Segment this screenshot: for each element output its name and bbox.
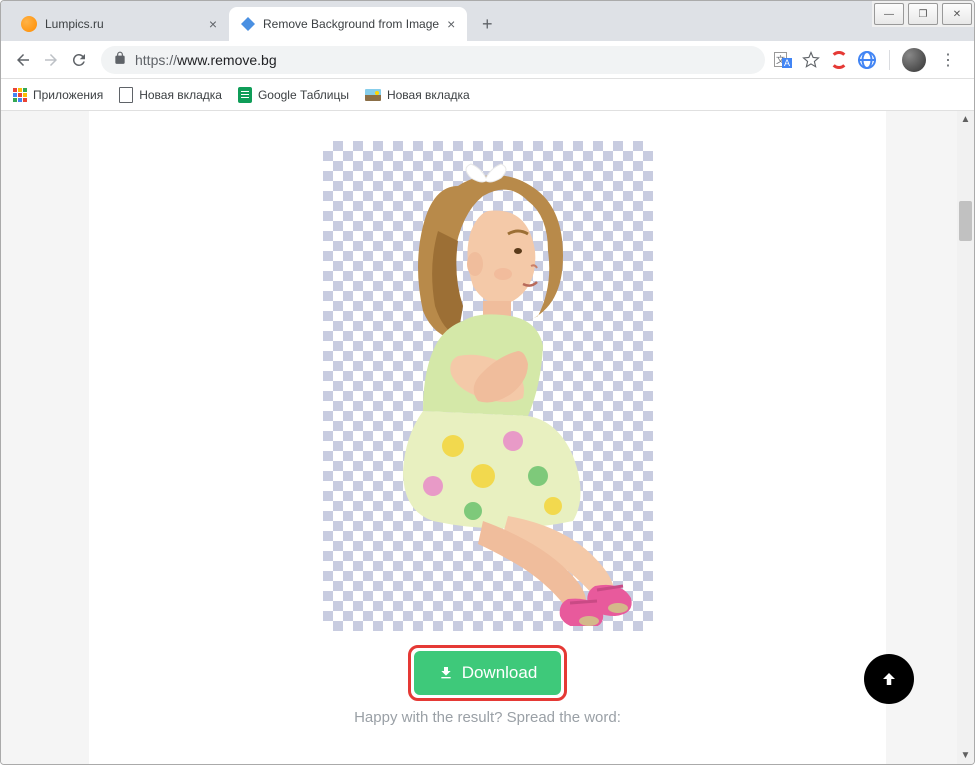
apps-grid-icon (13, 88, 27, 102)
left-gutter (1, 111, 89, 764)
globe-extension-button[interactable] (857, 50, 877, 70)
tab-title: Lumpics.ru (45, 17, 201, 31)
apps-label: Приложения (33, 88, 103, 102)
bookmarks-bar: Приложения Новая вкладка Google Таблицы … (1, 79, 974, 111)
bookmark-label: Новая вкладка (387, 88, 470, 102)
lock-icon (113, 51, 127, 68)
translate-button[interactable] (773, 50, 793, 70)
file-icon (119, 87, 133, 103)
download-button-wrap: Download (414, 651, 562, 695)
download-label: Download (462, 663, 538, 683)
globe-icon (858, 51, 876, 69)
tab-title: Remove Background from Image (263, 17, 439, 31)
opera-icon (830, 51, 848, 69)
scrollbar-thumb[interactable] (959, 201, 972, 241)
bookmark-item[interactable]: Google Таблицы (238, 87, 349, 103)
browser-tab-lumpics[interactable]: Lumpics.ru × (9, 7, 229, 41)
opera-extension-button[interactable] (829, 50, 849, 70)
browser-menu-button[interactable]: ⋮ (934, 50, 962, 70)
arrow-up-icon (880, 670, 898, 688)
back-button[interactable] (9, 46, 37, 74)
toolbar-right: ⋮ (773, 48, 966, 72)
scroll-up-arrow[interactable]: ▲ (957, 111, 974, 128)
removebg-favicon-icon (241, 17, 255, 31)
page-content: Download Happy with the result? Spread t… (89, 111, 886, 764)
close-window-button[interactable]: ✕ (942, 3, 972, 25)
maximize-button[interactable]: ❐ (908, 3, 938, 25)
share-prompt-text: Happy with the result? Spread the word: (354, 709, 621, 726)
tab-close-icon[interactable]: × (447, 16, 455, 32)
new-tab-button[interactable]: + (473, 10, 501, 38)
minimize-button[interactable]: — (874, 3, 904, 25)
bookmark-star-button[interactable] (801, 50, 821, 70)
address-bar[interactable]: https://www.remove.bg (101, 46, 765, 74)
browser-tab-removebg[interactable]: Remove Background from Image × (229, 7, 467, 41)
download-icon (438, 665, 454, 681)
window-controls: — ❐ ✕ (872, 1, 974, 27)
star-icon (802, 51, 820, 69)
sheets-icon (238, 87, 252, 103)
divider (889, 50, 890, 70)
bookmark-item[interactable]: Новая вкладка (365, 88, 470, 102)
bookmark-item[interactable]: Новая вкладка (119, 87, 222, 103)
tab-close-icon[interactable]: × (209, 16, 217, 32)
cutout-subject-child (363, 156, 643, 626)
bookmark-label: Новая вкладка (139, 88, 222, 102)
profile-avatar[interactable] (902, 48, 926, 72)
reload-icon (70, 51, 88, 69)
picture-icon (365, 89, 381, 101)
url-text: https://www.remove.bg (135, 52, 753, 68)
lumpics-favicon-icon (21, 16, 37, 32)
scroll-down-arrow[interactable]: ▼ (957, 747, 974, 764)
arrow-right-icon (42, 51, 60, 69)
arrow-left-icon (14, 51, 32, 69)
vertical-scrollbar[interactable]: ▲ ▼ (957, 111, 974, 764)
apps-shortcut[interactable]: Приложения (13, 88, 103, 102)
browser-toolbar: https://www.remove.bg ⋮ (1, 41, 974, 79)
forward-button[interactable] (37, 46, 65, 74)
page-viewport: Download Happy with the result? Spread t… (1, 111, 974, 764)
scroll-to-top-button[interactable] (864, 654, 914, 704)
reload-button[interactable] (65, 46, 93, 74)
result-image-transparent (323, 141, 653, 631)
download-button[interactable]: Download (414, 651, 562, 695)
browser-window: — ❐ ✕ Lumpics.ru × Remove Background fro… (0, 0, 975, 765)
translate-icon (774, 52, 792, 68)
bookmark-label: Google Таблицы (258, 88, 349, 102)
tab-bar: Lumpics.ru × Remove Background from Imag… (1, 1, 974, 41)
